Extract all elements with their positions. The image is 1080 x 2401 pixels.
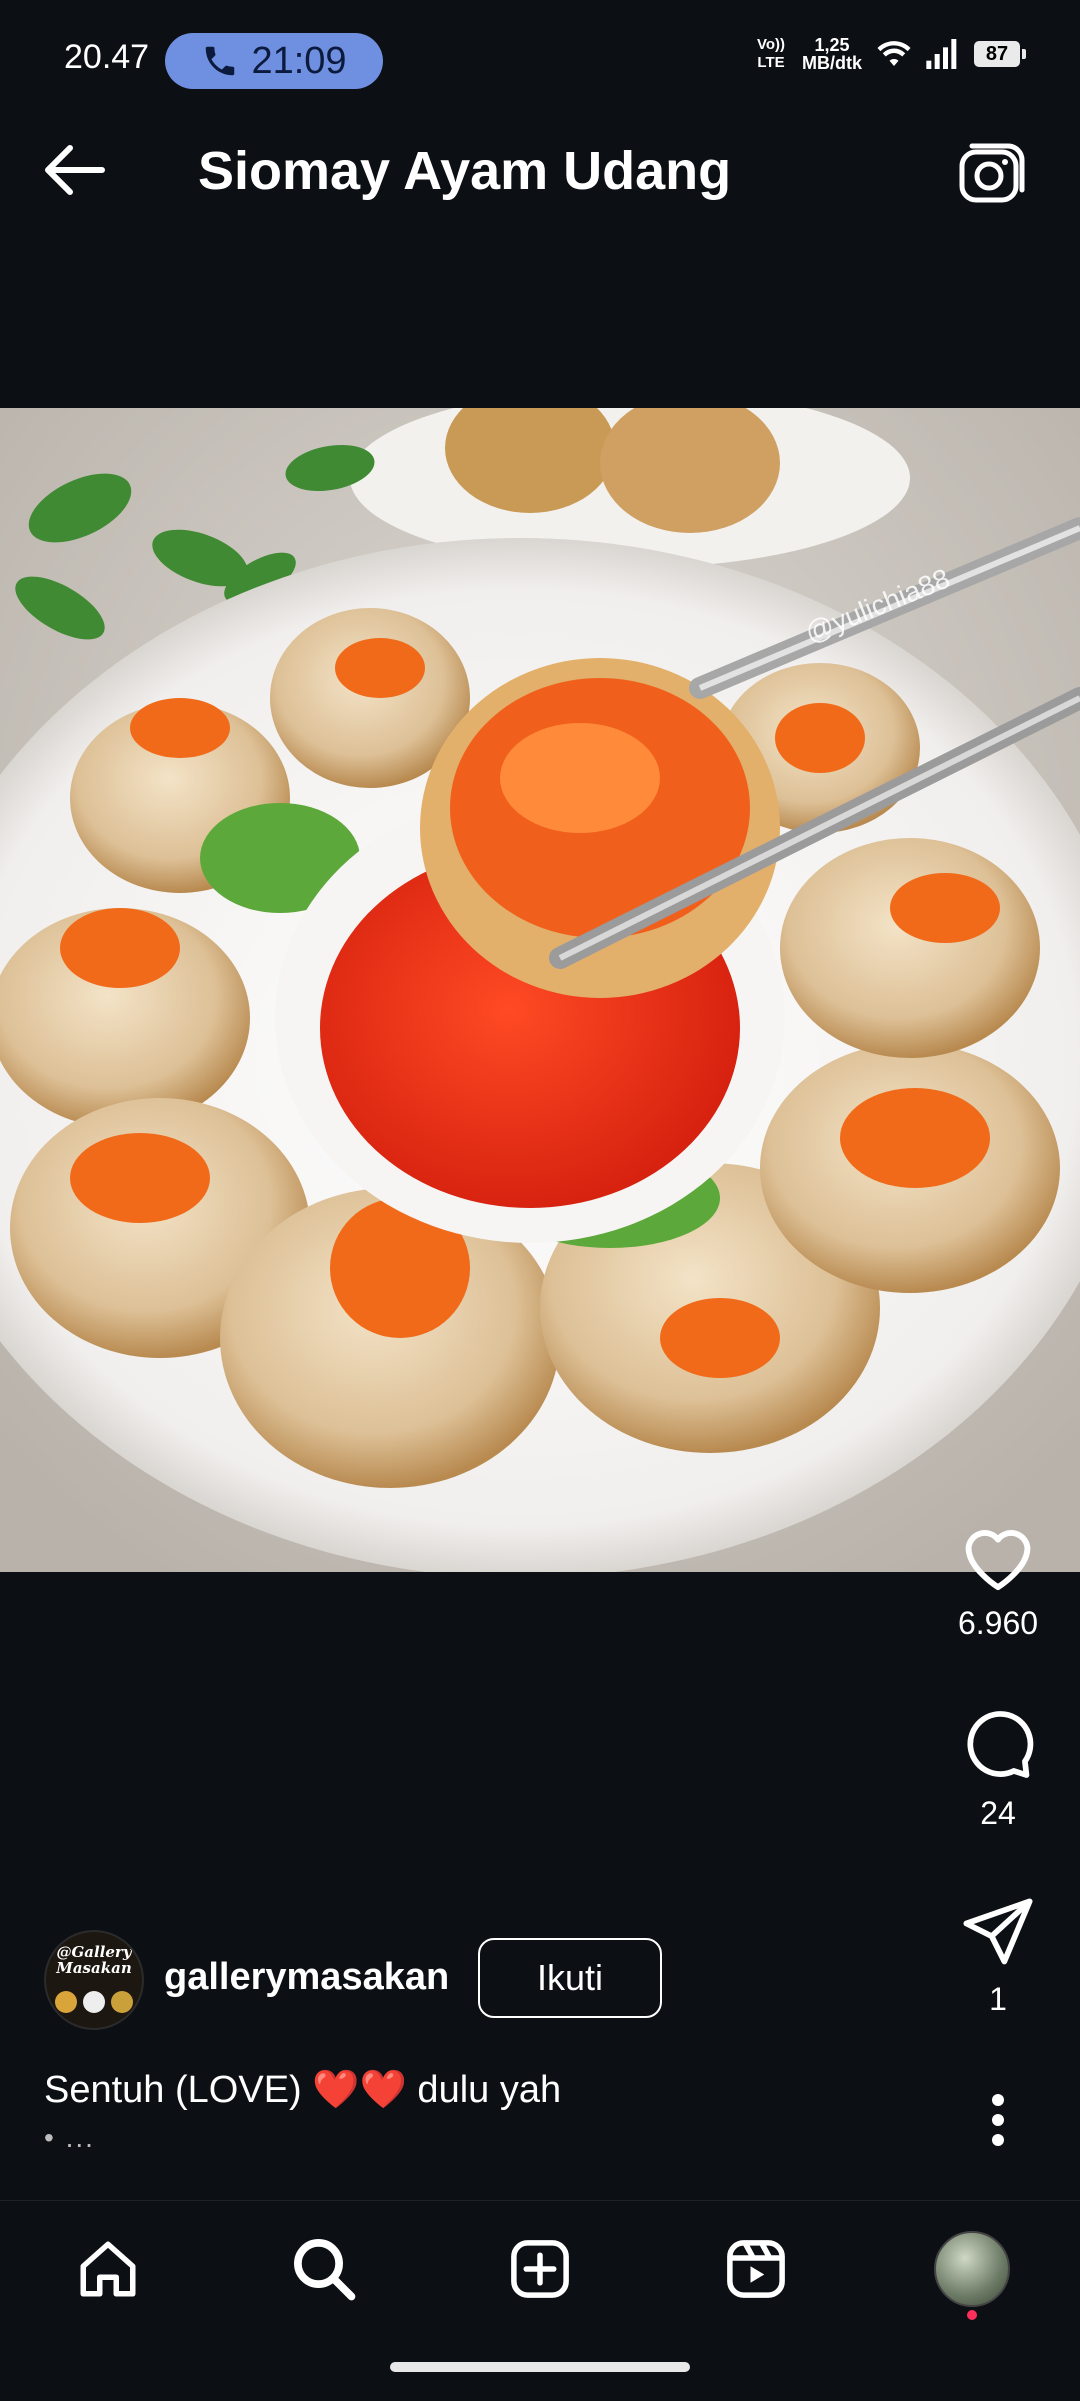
reels-icon[interactable] [723,2236,789,2302]
search-icon[interactable] [291,2236,357,2302]
like-action[interactable]: 6.960 [950,1520,1046,1642]
more-options-icon[interactable] [978,2090,1018,2150]
network-speed-value: 1,25 [814,35,850,55]
dumplings-image: @yulichia88 [0,408,1080,1572]
home-icon[interactable] [75,2236,141,2302]
like-count: 6.960 [957,1605,1039,1641]
status-indicators: Vo)) LTE 1,25 MB/dtk 87 [754,36,1026,72]
status-clock: 20.47 [64,38,150,76]
add-post-icon[interactable] [507,2236,573,2302]
network-speed-unit: MB/dtk [802,53,862,73]
nav-search[interactable] [276,2231,372,2307]
send-icon[interactable] [960,1898,1036,1968]
account-username[interactable]: gallerymasakan [164,1956,449,1999]
account-avatar[interactable]: @Gallery Masakan [44,1930,144,2030]
nav-home[interactable] [60,2231,156,2307]
comment-count: 24 [980,1795,1016,1831]
share-action[interactable]: 1 [950,1898,1046,2018]
phone-icon [206,46,235,76]
wifi-icon [877,41,911,66]
post-photo[interactable]: @yulichia88 [0,408,1080,1572]
nav-create[interactable] [492,2231,588,2307]
status-bar: 20.47 21:09 Vo)) LTE 1,25 MB/dtk 87 [0,0,1080,96]
battery-indicator: 87 [974,41,1026,67]
ongoing-call-pill[interactable]: 21:09 [165,33,383,89]
home-indicator[interactable] [390,2362,690,2372]
comment-action[interactable]: 24 [950,1706,1046,1832]
nav-profile[interactable] [924,2231,1020,2307]
page-title: Siomay Ayam Udang [198,141,732,201]
post-caption[interactable]: Sentuh (LOVE) ❤️❤️ dulu yah [44,2068,561,2112]
heart-icon[interactable] [958,1520,1038,1592]
call-timer: 21:09 [251,39,347,82]
volte-indicator: Vo)) LTE [756,36,786,71]
share-count: 1 [989,1981,1007,2017]
comment-icon[interactable] [958,1706,1038,1782]
profile-notification-dot [967,2310,977,2320]
caption-more[interactable]: • ... [44,2122,95,2154]
profile-avatar[interactable] [934,2231,1010,2307]
camera-icon[interactable] [952,138,1032,208]
back-arrow-icon[interactable] [36,140,116,200]
signal-icon [926,39,957,69]
avatar-text-line1: @Gallery [56,1943,132,1961]
network-speed: 1,25 MB/dtk [802,36,862,72]
follow-button[interactable]: Ikuti [478,1938,662,2018]
avatar-text-line2: Masakan [56,1959,132,1977]
nav-reels[interactable] [708,2231,804,2307]
avatar-food-icons [55,1991,133,2013]
